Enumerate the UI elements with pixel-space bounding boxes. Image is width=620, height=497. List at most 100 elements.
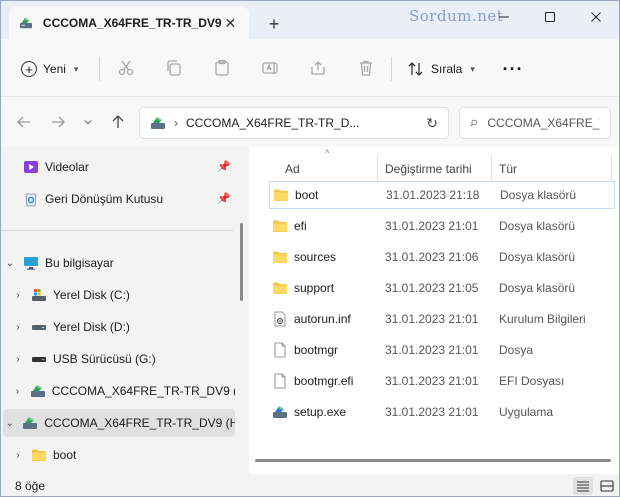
chevron-down-icon: [84, 120, 92, 125]
sidebar-item-boot[interactable]: › boot: [3, 441, 235, 469]
sidebar-item-label: boot: [53, 448, 77, 462]
file-type: Dosya klasörü: [500, 188, 577, 202]
separator: [391, 57, 392, 81]
new-tab-button[interactable]: +: [263, 13, 285, 35]
file-name: bootmgr: [294, 343, 339, 357]
table-row[interactable]: autorun.inf 31.01.2023 21:01 Kurulum Bil…: [269, 305, 615, 333]
folder-icon: [273, 220, 287, 232]
up-button[interactable]: [107, 111, 129, 133]
chevron-right-icon[interactable]: ›: [11, 290, 25, 301]
chevron-down-icon[interactable]: ⌄: [3, 258, 17, 269]
folder-icon: [273, 282, 287, 294]
paste-button[interactable]: [211, 57, 233, 79]
arrow-left-icon: [17, 116, 30, 128]
column-divider[interactable]: [611, 155, 612, 183]
file-date: 31.01.2023 21:18: [386, 188, 480, 202]
sort-label: Sırala: [431, 62, 463, 76]
file-name: bootmgr.efi: [294, 374, 354, 388]
file-date: 31.01.2023 21:01: [385, 343, 479, 357]
table-row[interactable]: setup.exe 31.01.2023 21:01 Uygulama: [269, 398, 615, 426]
title-bar: CCCOMA_X64FRE_TR-TR_DV9 ✕ + Sordum.net: [1, 1, 619, 39]
back-button[interactable]: [13, 111, 35, 133]
file-type: Dosya klasörü: [499, 219, 576, 233]
file-explorer-window: CCCOMA_X64FRE_TR-TR_DV9 ✕ + Sordum.net +…: [0, 0, 620, 497]
search-input[interactable]: CCCOMA_X64FRE_TR-TR_DV9'da ara: [487, 116, 600, 130]
folder-icon: [273, 251, 287, 263]
chevron-right-icon[interactable]: ›: [11, 322, 25, 333]
chevron-right-icon[interactable]: ›: [11, 386, 24, 397]
dvd-drive-icon: [30, 385, 45, 397]
file-icon: [274, 373, 286, 389]
table-row[interactable]: boot 31.01.2023 21:18 Dosya klasörü: [269, 181, 615, 209]
table-row[interactable]: bootmgr 31.01.2023 21:01 Dosya: [269, 336, 615, 364]
table-row[interactable]: support 31.01.2023 21:05 Dosya klasörü: [269, 274, 615, 302]
column-divider[interactable]: [377, 155, 378, 183]
copy-icon: [167, 60, 181, 76]
sidebar-item-recycle-bin[interactable]: Geri Dönüşüm Kutusu 📌: [3, 185, 235, 213]
sort-button[interactable]: Sırala ▾: [401, 55, 481, 83]
chevron-right-icon[interactable]: ›: [11, 354, 25, 365]
separator: [99, 57, 100, 81]
column-header-label: Ad: [285, 162, 300, 176]
sidebar-item-label: Geri Dönüşüm Kutusu: [45, 192, 164, 206]
videos-icon: [24, 161, 38, 173]
this-pc-icon: [24, 257, 38, 270]
maximize-button[interactable]: [527, 1, 573, 33]
tab-current[interactable]: CCCOMA_X64FRE_TR-TR_DV9 ✕: [9, 7, 249, 39]
pin-icon[interactable]: 📌: [217, 160, 231, 173]
delete-button[interactable]: [355, 57, 377, 79]
sidebar-item-videos[interactable]: Videolar 📌: [3, 153, 235, 181]
table-row[interactable]: efi 31.01.2023 21:01 Dosya klasörü: [269, 212, 615, 240]
maximize-icon: [545, 12, 555, 22]
file-type: Dosya: [499, 343, 534, 357]
setup-info-icon: [274, 311, 286, 327]
breadcrumb[interactable]: CCCOMA_X64FRE_TR-TR_D...: [186, 116, 418, 130]
column-header-name[interactable]: Ad: [285, 155, 300, 183]
pin-icon[interactable]: 📌: [217, 192, 231, 205]
sidebar-item-usb-g[interactable]: › USB Sürücüsü (G:): [3, 345, 235, 373]
cut-button[interactable]: [115, 57, 137, 79]
close-button[interactable]: [573, 1, 619, 33]
sidebar-item-drive-d[interactable]: › Yerel Disk (D:): [3, 313, 235, 341]
sidebar-item-this-pc[interactable]: ⌄ Bu bilgisayar: [3, 249, 235, 277]
sidebar-item-dvd-h[interactable]: › CCCOMA_X64FRE_TR-TR_DV9 (H:): [3, 377, 235, 405]
tiles-view-icon: [600, 480, 614, 492]
sidebar-item-label: Bu bilgisayar: [45, 256, 114, 270]
more-options-button[interactable]: ···: [499, 55, 527, 83]
delete-icon: [360, 60, 372, 76]
sidebar-scrollbar[interactable]: [240, 223, 243, 301]
chevron-right-icon[interactable]: ›: [11, 450, 25, 461]
close-tab-icon[interactable]: ✕: [222, 13, 239, 33]
column-header-date[interactable]: Değiştirme tarihi: [385, 155, 472, 183]
sidebar-item-dvd-h-root[interactable]: ⌄ CCCOMA_X64FRE_TR-TR_DV9 (H:): [3, 409, 235, 437]
file-type: Uygulama: [499, 405, 554, 419]
navigation-bar: › CCCOMA_X64FRE_TR-TR_D... ↻ CCCOMA_X64F…: [1, 97, 619, 147]
column-header-type[interactable]: Tür: [499, 155, 517, 183]
rename-button[interactable]: [259, 57, 281, 79]
table-row[interactable]: bootmgr.efi 31.01.2023 21:01 EFI Dosyası: [269, 367, 615, 395]
tiles-view-button[interactable]: [597, 477, 617, 495]
address-bar[interactable]: › CCCOMA_X64FRE_TR-TR_D... ↻: [139, 107, 449, 139]
sidebar-item-label: Yerel Disk (D:): [53, 320, 130, 334]
new-button[interactable]: + Yeni ▾: [15, 55, 84, 83]
drive-icon: [32, 325, 46, 330]
recycle-bin-icon: [25, 193, 37, 207]
column-divider[interactable]: [491, 155, 492, 183]
minimize-button[interactable]: [481, 1, 527, 33]
file-date: 31.01.2023 21:01: [385, 405, 479, 419]
horizontal-scrollbar[interactable]: [255, 459, 611, 462]
share-button[interactable]: [307, 57, 329, 79]
recent-locations-button[interactable]: [77, 111, 99, 133]
divider: [1, 230, 233, 231]
search-box[interactable]: CCCOMA_X64FRE_TR-TR_DV9'da ara: [459, 107, 611, 139]
sidebar-item-drive-c[interactable]: › Yerel Disk (C:): [3, 281, 235, 309]
chevron-down-icon[interactable]: ⌄: [3, 418, 16, 429]
refresh-icon[interactable]: ↻: [426, 115, 438, 132]
details-view-button[interactable]: [573, 477, 593, 495]
forward-button[interactable]: [47, 111, 69, 133]
sidebar-item-label: CCCOMA_X64FRE_TR-TR_DV9 (H:): [44, 416, 235, 430]
table-row[interactable]: sources 31.01.2023 21:06 Dosya klasörü: [269, 243, 615, 271]
chevron-right-icon[interactable]: ›: [174, 116, 178, 130]
copy-button[interactable]: [163, 57, 185, 79]
column-header-label: Değiştirme tarihi: [385, 162, 472, 176]
